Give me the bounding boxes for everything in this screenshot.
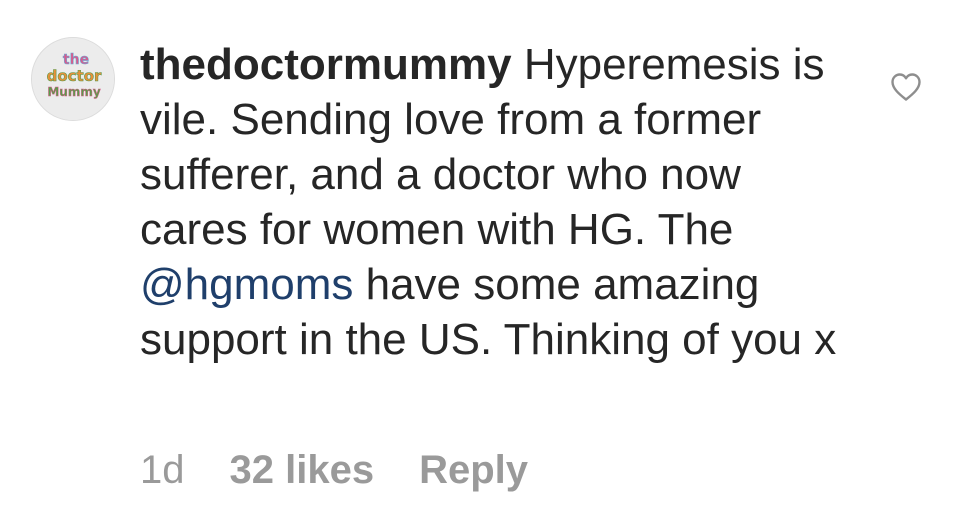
comment-text: thedoctormummy Hyperemesis is vile. Send… [140,37,840,367]
avatar[interactable]: the doctor Mummy [31,37,115,121]
avatar-logo-line-3: Mummy [47,85,100,99]
reply-button[interactable]: Reply [419,448,528,493]
comment-meta: 1d 32 likes Reply [140,442,528,498]
profile-logo-icon: the doctor Mummy [32,38,114,120]
avatar-logo-line-1: the [63,52,89,68]
likes-count[interactable]: 32 likes [230,448,375,493]
username-link[interactable]: thedoctormummy [140,40,512,89]
comment: the doctor Mummy thedoctormummy Hypereme… [0,0,980,516]
like-button[interactable] [890,72,922,102]
heart-outline-icon [891,73,921,101]
avatar-logo-line-2: doctor [47,67,102,85]
timestamp: 1d [140,447,185,492]
mention-link[interactable]: @hgmoms [140,260,353,309]
